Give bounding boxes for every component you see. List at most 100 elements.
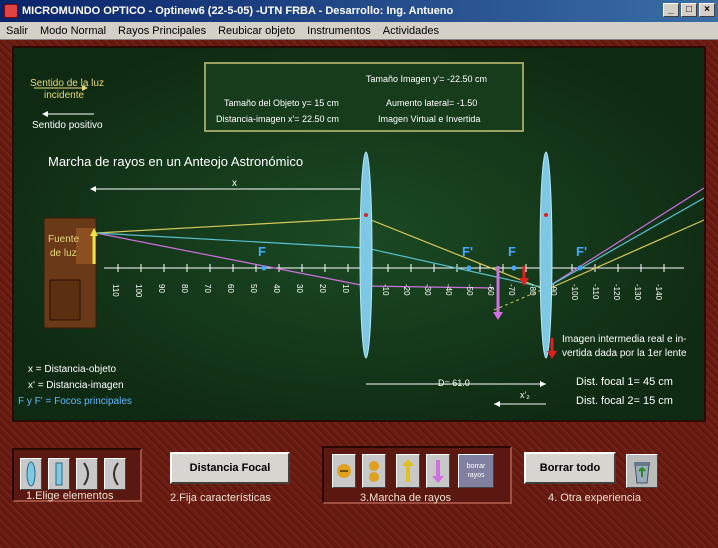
menu-bar: Salir Modo Normal Rayos Principales Reub… xyxy=(0,22,718,40)
intermediate-image-arrowhead xyxy=(493,312,503,320)
concave-mirror-tool[interactable] xyxy=(104,458,126,490)
legend-xp: x' = Distancia-imagen xyxy=(28,380,124,391)
app-icon xyxy=(4,4,18,18)
ray-tool-up[interactable] xyxy=(396,454,420,488)
step-1-label: 1.Elige elementos xyxy=(26,490,114,502)
menu-salir[interactable]: Salir xyxy=(0,25,34,37)
diagram-title: Marcha de rayos en un Anteojo Astronómic… xyxy=(48,154,304,169)
source-label-1: Fuente xyxy=(48,234,80,245)
tick-left-10: 10 xyxy=(341,284,350,293)
convex-mirror-tool[interactable] xyxy=(76,458,98,490)
tick-right-1: -20 xyxy=(402,284,411,296)
tick-left-7: 40 xyxy=(272,284,281,293)
menu-modo-normal[interactable]: Modo Normal xyxy=(34,25,112,37)
convergent-lens-icon xyxy=(26,461,36,487)
convex-mirror-icon xyxy=(83,462,89,486)
menu-rayos-principales[interactable]: Rayos Principales xyxy=(112,25,212,37)
ray-tool-1[interactable] xyxy=(332,454,356,488)
lens-1[interactable] xyxy=(359,151,373,359)
close-button[interactable]: × xyxy=(699,3,715,17)
intermediate-image-note-1: Imagen intermedia real e in- xyxy=(562,334,687,345)
focus-marker-1 xyxy=(261,265,267,271)
recycle-bin-button[interactable] xyxy=(626,454,658,488)
tick-right-8: -90 xyxy=(549,284,558,296)
arrow-up-icon xyxy=(402,459,414,482)
image-size-label: Tamaño Imagen y'= -22.50 cm xyxy=(366,74,488,84)
step-2-label: 2.Fija características xyxy=(170,492,271,504)
focus-f-label-1: F xyxy=(258,244,266,259)
info-panel: Tamaño Imagen y'= -22.50 cm Tamaño del O… xyxy=(204,62,524,132)
ray-virtual-dashed xyxy=(493,287,547,311)
menu-reubicar-objeto[interactable]: Reubicar objeto xyxy=(212,25,301,37)
tick-right-12: -130 xyxy=(633,284,642,301)
lens-2-marker xyxy=(544,213,548,217)
tick-left-2: 90 xyxy=(157,284,166,293)
ray-out-pink xyxy=(545,187,704,289)
menu-actividades[interactable]: Actividades xyxy=(377,25,445,37)
focus-marker-2 xyxy=(466,265,472,271)
focus-marker-3 xyxy=(511,265,517,271)
focal-distance-button[interactable]: Distancia Focal xyxy=(170,452,290,484)
x2-label: x'₂ xyxy=(520,390,530,400)
focus-fp-label-1: F' xyxy=(462,244,474,259)
tick-left-5: 60 xyxy=(226,284,235,293)
step-3-label: 3.Marcha de rayos xyxy=(360,492,452,504)
clear-all-button[interactable]: Borrar todo xyxy=(524,452,616,484)
ray-out-cyan xyxy=(545,197,704,289)
intermediate-image-note-2: vertida dada por la 1er lente xyxy=(562,348,687,359)
plane-lens-tool[interactable] xyxy=(48,458,70,490)
optics-canvas[interactable]: Sentido de la luz incidente Sentido posi… xyxy=(12,46,706,422)
tick-right-6: -70 xyxy=(507,284,516,296)
tick-right-9: -100 xyxy=(570,284,579,301)
focus-fp-label-2: F' xyxy=(576,244,588,259)
tick-left-8: 30 xyxy=(295,284,304,293)
tick-right-0: -10 xyxy=(381,284,390,296)
ray-tool-down[interactable] xyxy=(426,454,450,488)
positive-direction-label: Sentido positivo xyxy=(32,120,103,131)
convergent-lens-tool[interactable] xyxy=(20,458,42,490)
step-4-label: 4. Otra experiencia xyxy=(548,492,641,504)
tick-right-13: -140 xyxy=(654,284,663,301)
lens-1-marker xyxy=(364,213,368,217)
x-label: x xyxy=(232,178,237,189)
tick-left-4: 70 xyxy=(203,284,212,293)
tick-right-2: -30 xyxy=(423,284,432,296)
tick-left-3: 80 xyxy=(180,284,189,293)
image-type-label: Imagen Virtual e Invertida xyxy=(378,114,481,124)
maximize-button[interactable]: □ xyxy=(681,3,697,17)
tick-right-3: -40 xyxy=(444,284,453,296)
clear-rays-button[interactable]: borrar rayos xyxy=(458,454,494,488)
d-distance-label: D= 61.0 xyxy=(438,378,470,388)
legend-focus: F y F' = Focos principales xyxy=(18,396,132,407)
tick-right-7: -80 xyxy=(528,284,537,296)
tick-right-4: -50 xyxy=(465,284,474,296)
tick-right-5: -60 xyxy=(486,284,495,296)
ray-yellow-1 xyxy=(95,217,367,234)
ray-source-icon xyxy=(337,464,351,478)
plane-lens-icon xyxy=(55,462,63,486)
focus-marker-4 xyxy=(577,265,583,271)
lens-2[interactable] xyxy=(539,151,553,359)
tick-right-10: -110 xyxy=(591,284,600,300)
minimize-button[interactable]: _ xyxy=(663,3,679,17)
focal-distance-1: Dist. focal 1= 45 cm xyxy=(576,376,673,388)
legend-x: x = Distancia-objeto xyxy=(28,364,117,375)
magnification-label: Aumento lateral= -1.50 xyxy=(386,98,478,108)
menu-instrumentos[interactable]: Instrumentos xyxy=(301,25,377,37)
recycle-bin-icon xyxy=(634,462,650,484)
focal-distance-2: Dist. focal 2= 15 cm xyxy=(576,395,673,407)
x2-distance-arrowhead xyxy=(494,401,500,407)
tick-left-0: 110 xyxy=(111,284,120,297)
arrow-down-icon xyxy=(432,460,444,483)
image-distance-label: Distancia-imagen x'= 22.50 cm xyxy=(216,114,340,124)
x-distance-arrowhead xyxy=(90,186,96,192)
concave-mirror-icon xyxy=(113,462,119,486)
legend-red-arrowhead xyxy=(547,351,557,359)
ray-tool-2[interactable] xyxy=(362,454,386,488)
d-distance-arrowhead xyxy=(540,381,546,387)
positive-direction-arrowhead xyxy=(42,111,48,117)
tick-right-11: -120 xyxy=(612,284,621,301)
ray-pair-icon xyxy=(369,461,379,482)
title-bar: MICROMUNDO OPTICO - Optinew6 (22-5-05) -… xyxy=(0,0,718,22)
tick-left-1: 100 xyxy=(134,284,143,298)
